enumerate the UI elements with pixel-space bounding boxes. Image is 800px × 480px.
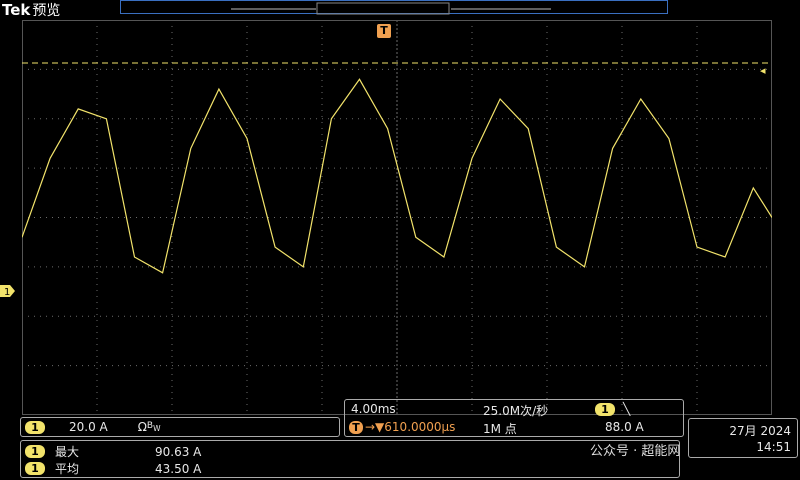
measurement-ch-badge: 1 <box>25 445 45 458</box>
brand-logo: Tek 预览 <box>2 0 60 20</box>
trigger-delay-badge: T <box>349 420 363 434</box>
record-length: 1M 点 <box>483 422 517 436</box>
sample-rate: 25.0M次/秒 <box>483 404 549 418</box>
trigger-slope-icon: ╲ <box>623 402 631 416</box>
trigger-position-marker[interactable]: T <box>377 24 391 38</box>
trigger-delay: →▼610.0000µs <box>365 420 456 434</box>
ch1-ground-marker[interactable]: 1 <box>0 283 16 298</box>
waveform-graticule <box>22 20 772 415</box>
ch1-marker-label: 1 <box>4 287 10 298</box>
measurement-row: 1 最大 90.63 A <box>25 443 201 460</box>
coupling-icon: Ω <box>137 420 147 434</box>
timebase-panel[interactable]: 4.00ms 25.0M次/秒 1 ╲ T →▼610.0000µs 1M 点 … <box>344 399 684 437</box>
measurement-value: 43.50 A <box>155 461 202 476</box>
measurement-label: 最大 <box>55 445 80 459</box>
record-view-bar[interactable] <box>120 0 668 15</box>
watermark-text: 公众号 · 超能网 <box>590 444 681 459</box>
time-line: 14:51 <box>756 440 791 454</box>
record-view-svg <box>231 2 551 15</box>
measurement-value: 90.63 A <box>155 444 202 459</box>
mode-label: 预览 <box>32 3 61 19</box>
time-scale: 4.00ms <box>351 402 396 416</box>
measurements-panel[interactable]: 1 最大 90.63 A 1 平均 43.50 A <box>20 440 680 478</box>
trigger-source-badge: 1 <box>595 402 615 416</box>
measurement-row: 1 平均 43.50 A <box>25 460 201 477</box>
date-line: 27月 2024 <box>729 424 791 438</box>
measurement-ch-badge: 1 <box>25 462 45 475</box>
measurement-label: 平均 <box>55 462 80 476</box>
brand-text: Tek <box>2 1 31 19</box>
date-panel: 27月 2024 14:51 <box>688 418 798 458</box>
ch1-badge: 1 <box>25 420 45 434</box>
ch1-scale: 20.0 A <box>69 420 108 434</box>
trigger-level-value: 88.0 A <box>605 420 644 434</box>
bw-icon: BW <box>146 421 161 433</box>
trigger-level-arrow[interactable]: ◂ <box>760 64 766 77</box>
channel-scale-panel[interactable]: 1 20.0 A Ω BW <box>20 417 340 437</box>
grid-lines <box>22 20 772 415</box>
